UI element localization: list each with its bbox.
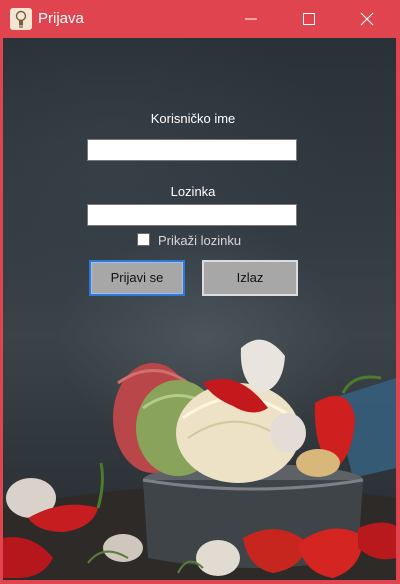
window-border-bottom — [0, 580, 400, 584]
window-border-left — [0, 38, 3, 584]
username-input[interactable] — [87, 139, 297, 161]
form-client-area: Korisničko ime Lozinka Prikaži lozinku P… — [3, 38, 396, 580]
close-icon — [360, 12, 374, 26]
window-title: Prijava — [38, 10, 84, 27]
window-border-right — [396, 38, 400, 584]
login-button[interactable]: Prijavi se — [89, 260, 185, 296]
show-password-checkbox[interactable] — [137, 233, 150, 246]
password-input[interactable] — [87, 204, 297, 226]
login-window: Prijava Korisničko ime Lozinka Prikaži l… — [0, 0, 400, 584]
close-button[interactable] — [338, 0, 396, 38]
minimize-button[interactable] — [222, 0, 280, 38]
exit-button[interactable]: Izlaz — [202, 260, 298, 296]
title-bar[interactable]: Prijava — [0, 0, 400, 38]
password-label: Lozinka — [170, 184, 216, 199]
maximize-icon — [303, 13, 315, 25]
show-password-label[interactable]: Prikaži lozinku — [158, 233, 241, 248]
minimize-icon — [245, 18, 257, 20]
maximize-button[interactable] — [280, 0, 338, 38]
lightbulb-app-icon — [10, 8, 32, 30]
username-label: Korisničko ime — [150, 111, 236, 126]
